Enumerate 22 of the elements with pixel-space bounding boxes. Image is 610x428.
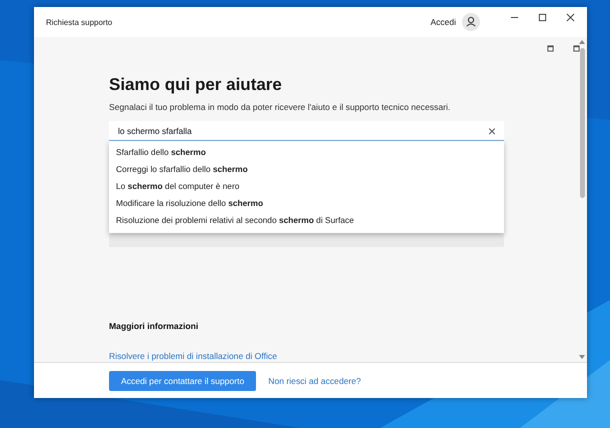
window-icon[interactable] [573,45,580,52]
sign-in-button[interactable]: Accedi [430,17,456,27]
suggestion-item[interactable]: Lo schermo del computer è nero [109,178,504,195]
scroll-up-icon[interactable] [579,40,585,44]
contact-support-button[interactable]: Accedi per contattare il supporto [109,370,256,390]
suggestion-item[interactable]: Correggi lo sfarfallio dello schermo [109,161,504,178]
sign-in-help-link[interactable]: Non riesci ad accedere? [268,376,361,386]
window-icon[interactable] [547,45,554,52]
page-subtitle: Segnalaci il tuo problema in modo da poter ricevere l'aiuto e il supporto tecnico necessari. [109,102,452,112]
section-title: Maggiori informazioni [109,321,200,331]
search-field[interactable]: lo schermo sfarfalla × [109,121,504,141]
suggestion-item[interactable]: Sfarfallio dello schermo [109,144,504,161]
clear-button[interactable]: × [488,124,496,138]
user-icon[interactable] [462,13,480,31]
window-title: Richiesta supporto [46,18,112,26]
help-link[interactable]: Risolvere i problemi di installazione di Office [109,351,577,361]
suggestion-item[interactable]: Modificare la risoluzione dello schermo [109,195,504,212]
page-heading: Siamo qui per aiutare [109,75,283,95]
suggestion-item[interactable]: Risoluzione dei problemi relativi al secondo schermo di Surface [109,212,504,229]
scrollbar-thumb[interactable] [580,48,584,198]
close-icon[interactable] [566,13,575,22]
maximize-icon[interactable] [538,13,547,22]
